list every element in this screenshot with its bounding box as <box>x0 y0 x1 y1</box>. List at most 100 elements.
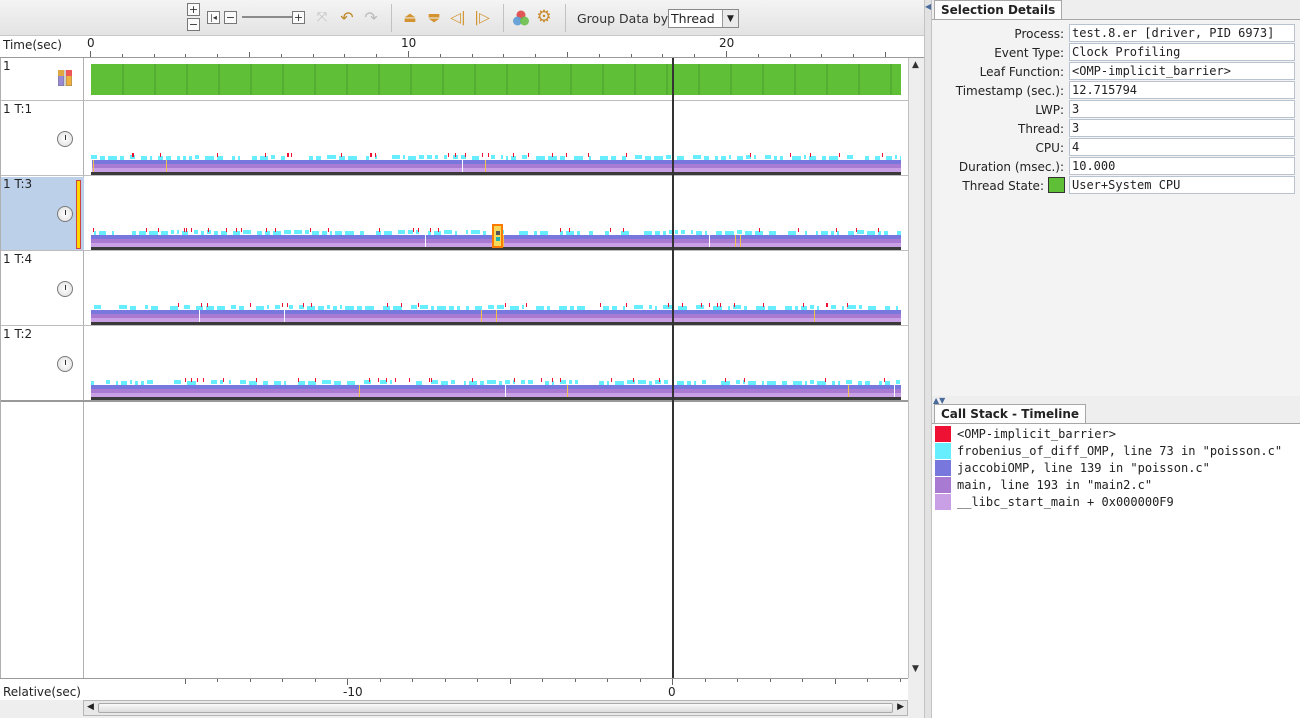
stack-gap <box>462 160 463 172</box>
next-event-icon[interactable]: |▷ <box>473 9 491 27</box>
frobenius-sample <box>785 306 792 310</box>
tab-call-stack-timeline[interactable]: Call Stack - Timeline <box>934 404 1087 423</box>
barrier-sample <box>720 303 721 307</box>
time-tick-label: 10 <box>401 36 417 50</box>
zoom-slider[interactable] <box>242 16 294 18</box>
chevron-down-icon[interactable]: ▼ <box>722 10 738 27</box>
frobenius-sample <box>900 156 901 160</box>
detail-value[interactable]: 10.000 <box>1069 157 1295 175</box>
selected-event-marker[interactable] <box>492 224 503 248</box>
barrier-sample <box>528 153 529 157</box>
barrier-sample <box>429 378 430 382</box>
barrier-sample <box>566 153 567 157</box>
frobenius-sample <box>768 306 776 310</box>
scroll-down-icon[interactable]: ▼ <box>912 664 919 674</box>
timeline-lanes[interactable]: 1 1 T:1 1 T:3 1 T:4 1 T:2 <box>0 58 909 678</box>
timeline-row-thread[interactable]: 1 T:1 <box>1 101 909 176</box>
frobenius-sample <box>141 381 144 385</box>
thread-state-bar[interactable] <box>91 64 901 95</box>
detail-row-event-type: Event Type: Clock Profiling <box>932 43 1300 62</box>
relative-tick <box>639 679 641 682</box>
callstack-frame[interactable]: __libc_start_main + 0x000000F9 <box>935 494 1295 511</box>
frobenius-sample <box>214 231 218 235</box>
undo-icon[interactable]: ↶ <box>338 8 356 27</box>
zoom-max-icon[interactable]: + <box>292 11 305 24</box>
time-tick <box>312 54 314 57</box>
detail-label: Timestamp (sec.): <box>955 84 1064 98</box>
barrier-sample <box>93 228 94 232</box>
barrier-sample <box>560 228 561 232</box>
frobenius-sample <box>644 231 652 235</box>
detail-value[interactable]: User+System CPU <box>1069 176 1295 194</box>
scroll-thumb[interactable] <box>98 703 893 713</box>
frobenius-sample <box>694 381 696 385</box>
callstack-frame[interactable]: jaccobiOMP, line 139 in "poisson.c" <box>935 460 1295 477</box>
callstack-frame[interactable]: main, line 193 in "main2.c" <box>935 477 1295 494</box>
detail-value[interactable]: <OMP-implicit_barrier> <box>1069 62 1295 80</box>
detail-value[interactable]: test.8.er [driver, PID 6973] <box>1069 24 1295 42</box>
frobenius-sample <box>896 380 900 384</box>
barrier-sample <box>418 228 419 232</box>
horizontal-scrollbar[interactable]: ◀ ▶ <box>83 700 908 716</box>
barrier-sample <box>448 153 449 157</box>
detail-value[interactable]: 3 <box>1069 100 1295 118</box>
panel-splitter[interactable]: ◀ <box>924 0 932 718</box>
row-label: 1 T:4 <box>3 252 33 266</box>
callstack-strip[interactable] <box>91 301 901 325</box>
scroll-right-icon[interactable]: ▶ <box>897 702 904 712</box>
frobenius-sample <box>817 381 826 385</box>
thread-state-swatch <box>1048 177 1065 193</box>
time-tick <box>376 54 378 57</box>
barrier-sample <box>759 228 760 232</box>
frobenius-sample <box>655 306 657 310</box>
frobenius-sample <box>335 231 342 235</box>
vertical-scrollbar[interactable]: ▲ ▼ <box>908 58 924 678</box>
tab-selection-details[interactable]: Selection Details <box>934 0 1063 19</box>
detail-label: Leaf Function: <box>979 65 1064 79</box>
detail-value[interactable]: 12.715794 <box>1069 81 1295 99</box>
zoom-fit-icon[interactable]: ⤧ <box>314 9 330 25</box>
frobenius-sample <box>634 305 643 309</box>
detail-value[interactable]: 3 <box>1069 119 1295 137</box>
detail-value[interactable]: Clock Profiling <box>1069 43 1295 61</box>
time-tick <box>90 51 91 57</box>
time-axis-label: Time(sec) <box>3 38 62 52</box>
time-tick <box>153 54 155 57</box>
next-row-icon[interactable]: ⏏ <box>425 9 443 27</box>
timeline-row-thread-selected[interactable]: 1 T:3 <box>1 176 909 251</box>
timeline-row-process[interactable]: 1 <box>1 58 909 101</box>
callstack-frame[interactable]: <OMP-implicit_barrier> <box>935 426 1295 443</box>
redo-icon[interactable]: ↷ <box>362 8 380 27</box>
barrier-sample <box>600 303 601 307</box>
clock-profiling-icon <box>57 281 73 297</box>
group-data-select[interactable]: Thread ▼ <box>668 9 739 28</box>
frobenius-sample <box>896 306 898 310</box>
frobenius-sample <box>94 231 96 235</box>
zoom-slider-minus-icon[interactable]: − <box>224 11 237 24</box>
scroll-up-icon[interactable]: ▲ <box>912 60 919 70</box>
callstack-strip[interactable] <box>91 151 901 175</box>
collapse-left-icon[interactable]: ◀ <box>925 2 931 11</box>
barrier-sample <box>798 228 799 232</box>
callstack-frame[interactable]: frobenius_of_diff_OMP, line 73 in "poiss… <box>935 443 1295 460</box>
zoom-in-icon[interactable]: + <box>187 3 200 16</box>
stack-gap <box>496 310 497 322</box>
previous-event-icon[interactable]: ◁| <box>449 9 467 27</box>
settings-icon[interactable]: ⚙ <box>535 7 553 27</box>
timeline-row-thread[interactable]: 1 T:4 <box>1 251 909 326</box>
callstack-strip[interactable] <box>91 376 901 400</box>
previous-row-icon[interactable]: ⏏ <box>401 9 419 27</box>
frobenius-sample <box>867 231 875 235</box>
barrier-sample <box>207 303 208 307</box>
detail-value[interactable]: 4 <box>1069 138 1295 156</box>
frobenius-sample <box>715 156 718 160</box>
stack-gap <box>814 310 815 322</box>
zoom-reset-icon[interactable]: |◂ <box>207 11 220 24</box>
barrier-sample <box>341 153 342 157</box>
zoom-out-icon[interactable]: − <box>187 18 200 31</box>
time-cursor[interactable] <box>672 58 674 680</box>
color-chooser-icon[interactable] <box>512 9 530 27</box>
timeline-row-thread[interactable]: 1 T:2 <box>1 326 909 402</box>
stack-gap <box>199 310 200 322</box>
scroll-left-icon[interactable]: ◀ <box>87 702 94 712</box>
